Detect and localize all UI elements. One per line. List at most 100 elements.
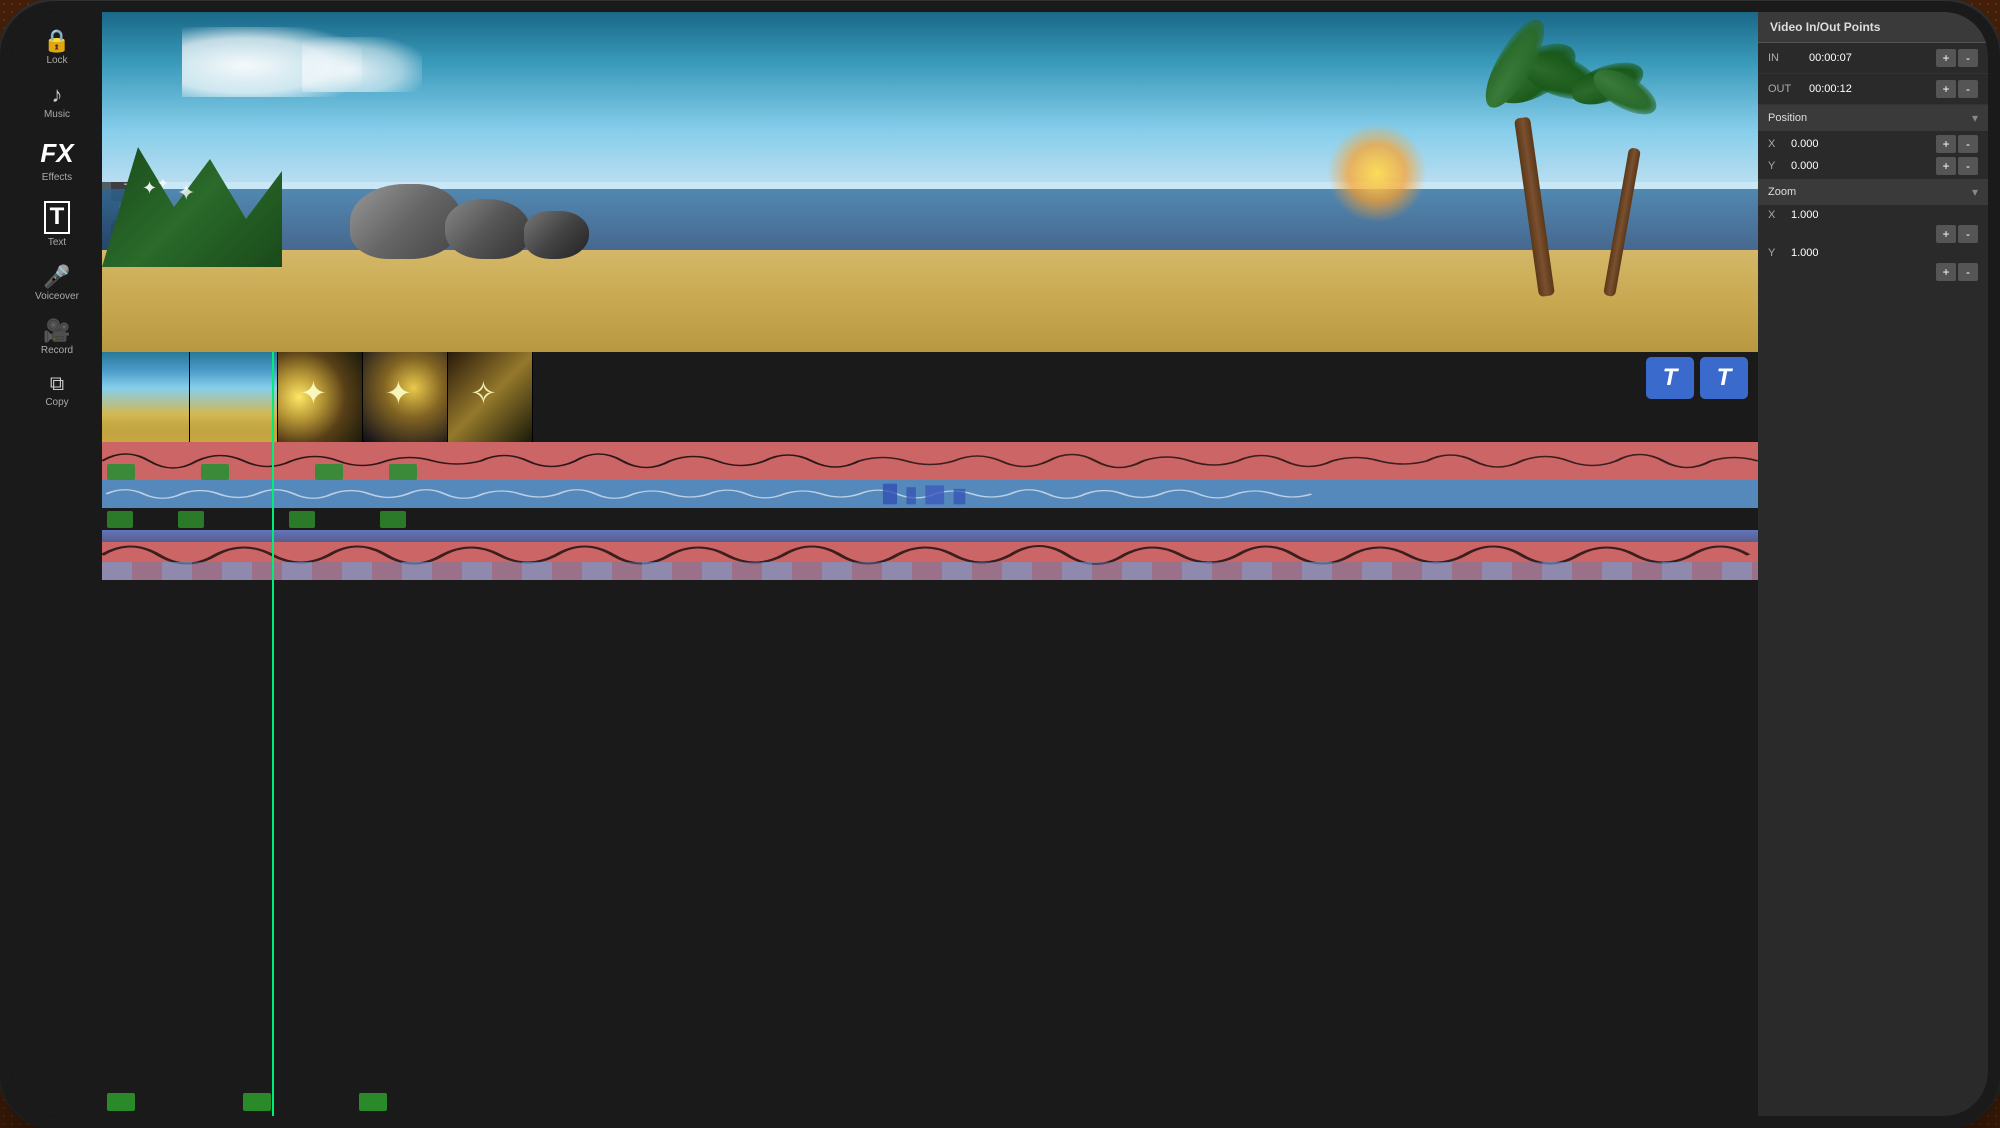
green-marker-1: [107, 464, 135, 480]
pos-y-minus-button[interactable]: -: [1958, 157, 1978, 175]
bottom-marker-2: [243, 1093, 271, 1111]
zoom-x-value: 1.000: [1791, 209, 1978, 221]
fx-icon: FX: [40, 138, 73, 169]
tool-text[interactable]: T Text: [12, 193, 102, 256]
out-controls: + -: [1936, 80, 1978, 98]
copy-icon: ⧉: [50, 374, 64, 394]
out-point-row: OUT 00:00:12 + -: [1758, 74, 1988, 105]
cloud-2: [302, 37, 422, 92]
out-plus-button[interactable]: +: [1936, 80, 1956, 98]
music-waveform-svg: [106, 482, 1754, 506]
text-badges: T T: [1646, 357, 1748, 399]
zoom-y-value: 1.000: [1791, 247, 1978, 259]
zoom-y-controls: + -: [1936, 263, 1978, 281]
waveform-1: [102, 442, 1758, 480]
green-marker-2: [201, 464, 229, 480]
tool-lock[interactable]: 🔒 Lock: [12, 22, 102, 74]
music-label: Music: [44, 109, 70, 120]
position-y-value: 0.000: [1791, 160, 1928, 172]
out-value: 00:00:12: [1809, 83, 1930, 95]
timeline-area: ✦ ✦ ✧ T T: [102, 352, 1758, 1116]
record-icon: 🎥: [43, 320, 70, 342]
tool-record[interactable]: 🎥 Record: [12, 312, 102, 364]
bottom-markers: [107, 1093, 387, 1111]
voiceover-label: Voiceover: [35, 291, 79, 302]
pos-y-plus-button[interactable]: +: [1936, 157, 1956, 175]
zoom-y-controls-row: + -: [1768, 263, 1978, 281]
starburst-icon: ✦: [300, 377, 340, 417]
zoom-x-label: X: [1768, 209, 1783, 221]
pos-x-plus-button[interactable]: +: [1936, 135, 1956, 153]
text-icon: T: [44, 201, 71, 234]
pos-x-minus-button[interactable]: -: [1958, 135, 1978, 153]
position-y-label: Y: [1768, 160, 1783, 172]
thumb-bokeh-2[interactable]: ✦: [363, 352, 448, 442]
thumb-bokeh-1[interactable]: ✦: [278, 352, 363, 442]
out-label: OUT: [1768, 83, 1803, 95]
in-plus-button[interactable]: +: [1936, 49, 1956, 67]
position-y-row: Y 0.000 + -: [1768, 157, 1978, 175]
position-section-header[interactable]: Position ▾: [1758, 105, 1988, 131]
position-chevron-icon: ▾: [1972, 111, 1978, 125]
audio-track-1: [102, 442, 1758, 480]
tool-copy[interactable]: ⧉ Copy: [12, 366, 102, 416]
phone-device: 🔒 Lock ♪ Music FX Effects T Text 🎤 V: [0, 0, 2000, 1128]
zoom-section-header[interactable]: Zoom ▾: [1758, 179, 1988, 205]
panel-header: Video In/Out Points: [1758, 12, 1988, 43]
video-track: ✦ ✦ ✧ T T: [102, 352, 1758, 442]
marker-green-1: [107, 511, 133, 528]
markers-row: [102, 508, 1758, 530]
copy-label: Copy: [45, 397, 68, 408]
palm-trunk-2: [1603, 147, 1641, 297]
in-value: 00:00:07: [1809, 52, 1930, 64]
text-badge-t1[interactable]: T: [1646, 357, 1694, 399]
thumb-beach-2[interactable]: [190, 352, 278, 442]
marker-green-4: [380, 511, 406, 528]
zoom-y-label: Y: [1768, 247, 1783, 259]
zoom-chevron-icon: ▾: [1972, 185, 1978, 199]
starburst-icon-3: ✧: [470, 377, 510, 417]
zoom-y-minus-button[interactable]: -: [1958, 263, 1978, 281]
pos-x-controls: + -: [1936, 135, 1978, 153]
rock-2: [445, 199, 530, 259]
in-controls: + -: [1936, 49, 1978, 67]
zoom-x-plus-button[interactable]: +: [1936, 225, 1956, 243]
zoom-x-minus-button[interactable]: -: [1958, 225, 1978, 243]
rocks: [350, 184, 589, 264]
flare-3: ✦: [157, 175, 169, 192]
tool-effects[interactable]: FX Effects: [12, 130, 102, 191]
flare-2: ✦: [177, 180, 195, 206]
record-label: Record: [41, 345, 73, 356]
voiceover-icon: 🎤: [43, 266, 70, 288]
position-xy: X 0.000 + - Y 0.000 + -: [1758, 131, 1988, 179]
tool-music[interactable]: ♪ Music: [12, 76, 102, 128]
text-label: Text: [48, 237, 66, 248]
zoom-x-controls: + -: [1936, 225, 1978, 243]
lock-label: Lock: [46, 55, 67, 66]
video-preview: ▶ 013 ← Undo → R: [102, 12, 1758, 352]
in-label: IN: [1768, 52, 1803, 64]
pos-y-controls: + -: [1936, 157, 1978, 175]
zoom-x-controls-row: + -: [1768, 225, 1978, 243]
green-marker-4: [389, 464, 417, 480]
marker-green-3: [289, 511, 315, 528]
audio2-tiles: [102, 562, 1758, 580]
panel-title: Video In/Out Points: [1770, 20, 1880, 34]
green-markers: [107, 464, 417, 480]
rock-3: [524, 211, 589, 259]
thumb-bokeh-3[interactable]: ✧: [448, 352, 533, 442]
position-x-label: X: [1768, 138, 1783, 150]
out-minus-button[interactable]: -: [1958, 80, 1978, 98]
thumb-beach-1[interactable]: [102, 352, 190, 442]
waveform-2: [102, 530, 1758, 580]
zoom-y-row: Y 1.000: [1768, 247, 1978, 259]
zoom-y-plus-button[interactable]: +: [1936, 263, 1956, 281]
position-label: Position: [1768, 112, 1807, 124]
timeline-playhead: [272, 352, 274, 1116]
text-badge-t2[interactable]: T: [1700, 357, 1748, 399]
in-minus-button[interactable]: -: [1958, 49, 1978, 67]
zoom-xy: X 1.000 + - Y 1.000: [1758, 205, 1988, 285]
tool-voiceover[interactable]: 🎤 Voiceover: [12, 258, 102, 310]
zoom-label: Zoom: [1768, 186, 1796, 198]
palm-trunk-1: [1514, 117, 1555, 297]
